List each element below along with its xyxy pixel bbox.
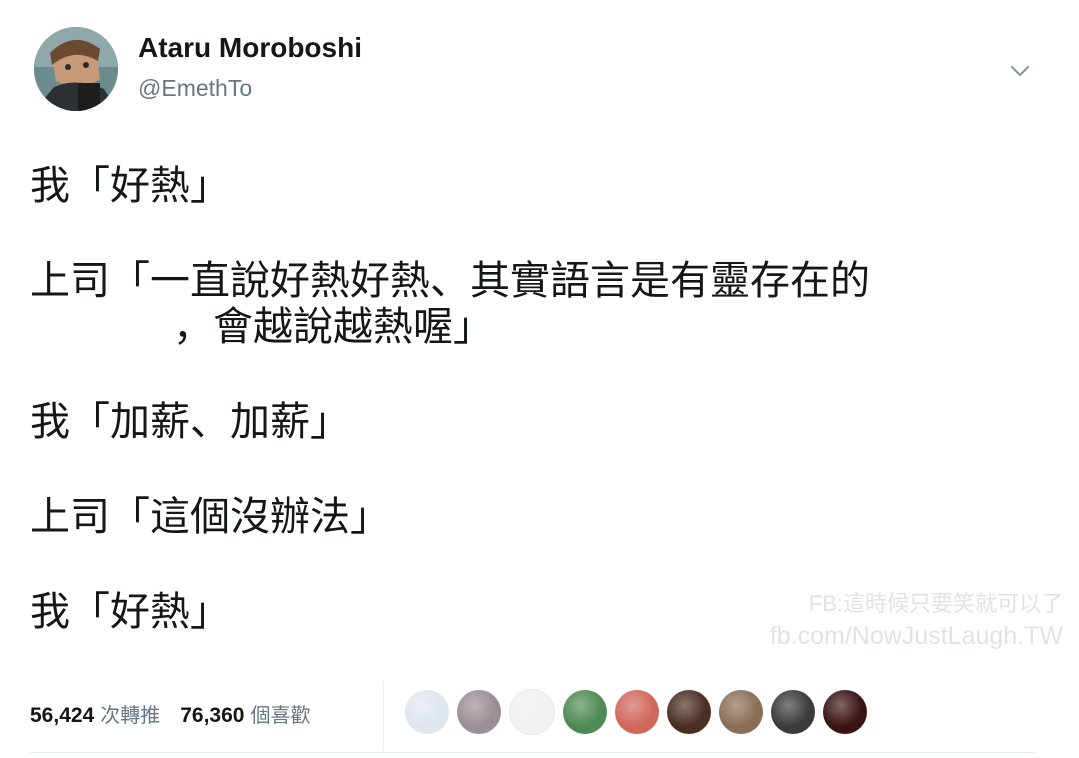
retweets-count: 56,424	[30, 703, 95, 727]
liker-avatar[interactable]	[509, 689, 555, 735]
tweet-text: 我「好熱」 上司「一直說好熱好熱、其實語言是有靈存在的 ，會越說越熱喔」 我「加…	[30, 160, 1060, 638]
liker-avatars	[405, 689, 875, 735]
tweet-line: 上司「這個沒辦法」	[30, 494, 390, 540]
liker-avatar[interactable]	[823, 690, 867, 734]
liker-avatar[interactable]	[563, 690, 607, 734]
retweets-stat[interactable]: 56,424 次轉推	[30, 699, 160, 728]
likes-label: 個喜歡	[250, 702, 311, 727]
liker-avatar[interactable]	[719, 690, 763, 734]
more-options-chevron-down-icon[interactable]	[1005, 58, 1035, 84]
retweets-label: 次轉推	[100, 702, 161, 727]
tweet-line: 我「好熱」	[30, 163, 230, 209]
tweet-line: 我「加薪、加薪」	[30, 399, 350, 445]
watermark: FB:這時候只要笑就可以了 fb.com/NowJustLaugh.TW	[770, 588, 1063, 652]
stats-divider	[383, 682, 384, 750]
tweet-line: ，會越說越熱喔」	[173, 304, 493, 350]
watermark-line: FB:這時候只要笑就可以了	[808, 591, 1063, 616]
liker-avatar[interactable]	[405, 690, 449, 734]
likes-count: 76,360	[180, 703, 245, 727]
liker-avatar[interactable]	[771, 690, 815, 734]
divider	[30, 752, 1035, 753]
liker-avatar[interactable]	[457, 690, 501, 734]
liker-avatar[interactable]	[667, 690, 711, 734]
watermark-line: fb.com/NowJustLaugh.TW	[769, 622, 1063, 650]
liker-avatar[interactable]	[615, 690, 659, 734]
author-display-name[interactable]: Ataru Moroboshi	[138, 31, 362, 65]
likes-stat[interactable]: 76,360 個喜歡	[180, 699, 310, 728]
tweet-stats: 56,424 次轉推 76,360 個喜歡	[30, 688, 330, 738]
author-handle[interactable]: @EmethTo	[138, 74, 252, 102]
tweet-line: 上司「一直說好熱好熱、其實語言是有靈存在的	[30, 258, 870, 304]
avatar[interactable]	[34, 27, 118, 111]
tweet-card: Ataru Moroboshi @EmethTo 我「好熱」 上司「一直說好熱好…	[0, 0, 1079, 758]
